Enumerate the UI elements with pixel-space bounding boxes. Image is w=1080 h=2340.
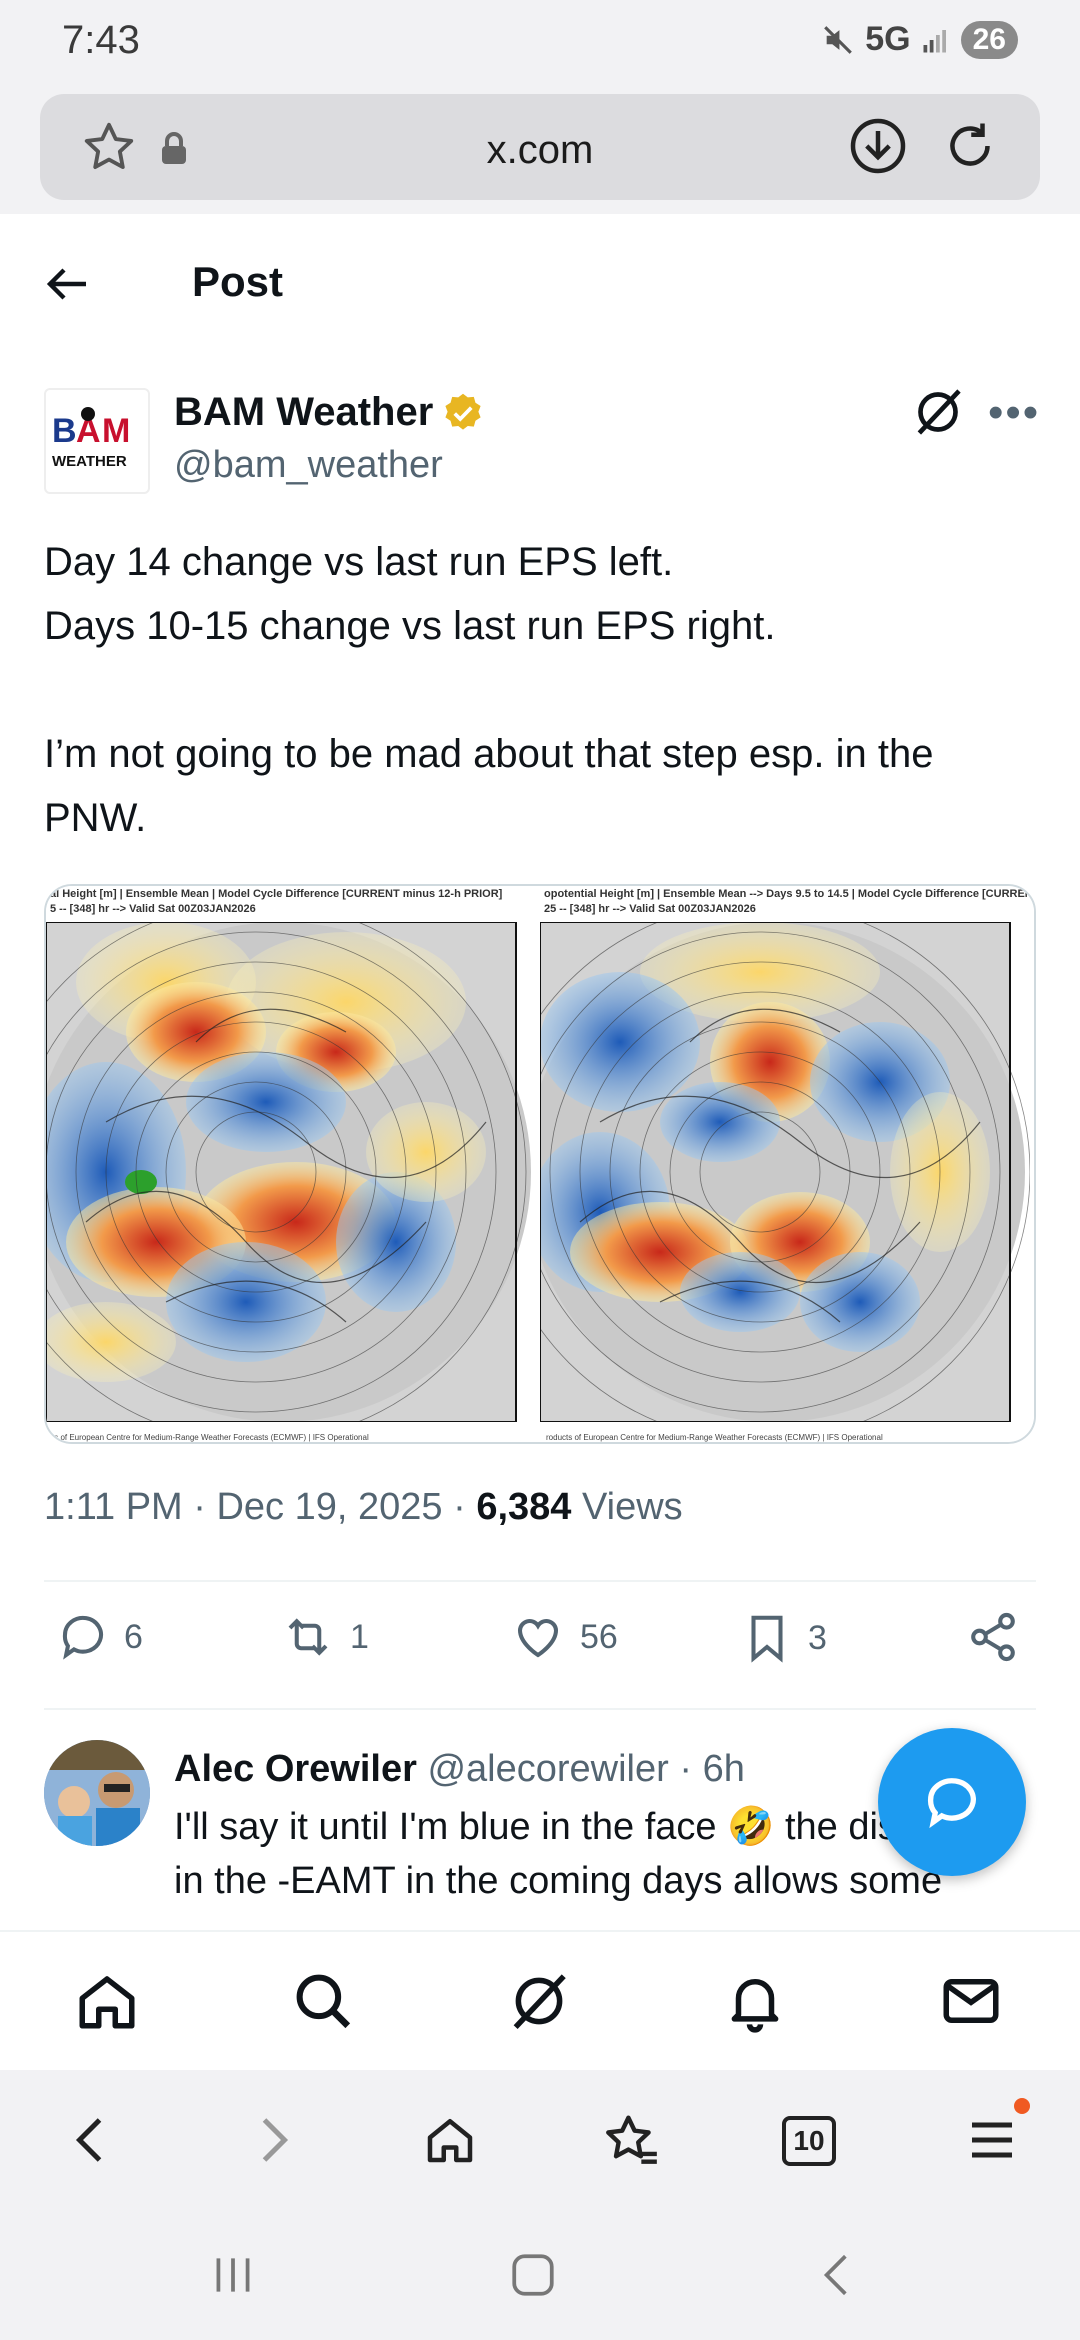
forecast-map-left [46, 922, 536, 1422]
like-count: 56 [580, 1617, 618, 1656]
back-arrow-icon[interactable] [44, 260, 92, 308]
bam-logo-icon: B A M WEATHER [50, 407, 144, 472]
divider [44, 1580, 1036, 1582]
signal-icon [923, 29, 946, 52]
bookmark-count: 3 [808, 1618, 827, 1657]
avatar[interactable]: B A M WEATHER [44, 388, 150, 494]
browser-back-icon[interactable] [62, 2110, 122, 2170]
post-meta: 1:11 PM · Dec 19, 2025 · 6,384 Views [44, 1486, 683, 1528]
address-bar[interactable]: x.com [40, 94, 1040, 200]
home-icon[interactable] [74, 1968, 140, 2034]
post-actions: 6 1 56 3 [44, 1610, 1036, 1690]
author-name-text: BAM Weather [174, 390, 434, 434]
repost-button[interactable]: 1 [280, 1610, 369, 1664]
search-icon[interactable] [290, 1968, 356, 2034]
image-caption: 5 -- [348] hr --> Valid Sat 00Z03JAN2026 [50, 903, 256, 915]
bookmarks-star-list-icon[interactable] [600, 2110, 662, 2172]
reply-header: Alec Orewiler @alecorewiler · 6h [174, 1748, 745, 1791]
network-label: 5G [865, 20, 911, 58]
share-icon [971, 1612, 1015, 1662]
post-text-line: I’m not going to be mad about that step … [44, 732, 934, 840]
image-caption: opotential Height [m] | Ensemble Mean --… [544, 888, 1036, 900]
forecast-map-right [540, 922, 1030, 1422]
verified-badge-icon [445, 393, 481, 430]
svg-text:M: M [102, 412, 130, 450]
download-icon[interactable] [848, 116, 908, 176]
notifications-bell-icon[interactable] [722, 1968, 788, 2034]
system-home-icon[interactable] [508, 2250, 558, 2300]
reply-avatar-photo [44, 1740, 150, 1846]
grok-icon[interactable] [910, 384, 966, 440]
reply-age: · 6h [679, 1748, 745, 1790]
post-time[interactable]: 1:11 PM [44, 1486, 183, 1528]
post-author: B A M WEATHER BAM Weather @bam_weather •… [44, 384, 1044, 504]
image-caption: 25 -- [348] hr --> Valid Sat 00Z03JAN202… [544, 903, 756, 915]
svg-text:B: B [52, 412, 77, 450]
mute-icon [824, 25, 853, 54]
messages-mail-icon[interactable] [938, 1968, 1004, 2034]
author-handle[interactable]: @bam_weather [174, 444, 443, 487]
menu-notification-dot [1014, 2098, 1030, 2114]
status-bar: 7:43 5G 26 [0, 0, 1080, 90]
heart-icon [517, 1618, 559, 1658]
post-text-line: Days 10-15 change vs last run EPS right. [44, 604, 776, 648]
reply-count: 6 [124, 1617, 143, 1656]
post-date[interactable]: Dec 19, 2025 [216, 1486, 442, 1528]
bookmark-button[interactable]: 3 [740, 1610, 827, 1666]
browser-bottom-nav: 10 [0, 2070, 1080, 2210]
like-button[interactable]: 56 [510, 1610, 618, 1664]
media-image-left[interactable]: al Height [m] | Ensemble Mean | Model Cy… [46, 886, 540, 1442]
battery-level: 26 [960, 20, 1018, 59]
views-count: 6,384 [476, 1486, 572, 1528]
chat-bubble-icon [927, 1778, 976, 1829]
browser-forward-icon[interactable] [242, 2110, 302, 2170]
app-bottom-nav [0, 1930, 1080, 2070]
browser-toolbar: x.com [0, 90, 1080, 214]
system-back-icon[interactable] [812, 2250, 862, 2300]
reply-author-name[interactable]: Alec Orewiler [174, 1748, 417, 1790]
repost-count: 1 [350, 1617, 369, 1656]
status-icons: 5G 26 [821, 20, 1018, 59]
grok-nav-icon[interactable] [506, 1968, 572, 2034]
tabs-count: 10 [793, 2125, 825, 2156]
system-nav-bar [0, 2210, 1080, 2340]
reply-button[interactable]: 6 [56, 1610, 143, 1664]
browser-home-icon[interactable] [420, 2110, 480, 2170]
reply-icon [62, 1615, 104, 1660]
author-name[interactable]: BAM Weather [174, 390, 485, 435]
reply-author-handle[interactable]: @alecorewiler [427, 1748, 668, 1790]
reload-icon[interactable] [940, 116, 1000, 176]
status-time: 7:43 [62, 18, 140, 62]
more-options-icon[interactable]: ••• [988, 388, 1040, 438]
page-title: Post [192, 258, 284, 305]
image-caption: al Height [m] | Ensemble Mean | Model Cy… [50, 888, 503, 900]
tabs-count-button[interactable]: 10 [782, 2116, 836, 2166]
image-footer: ts of European Centre for Medium-Range W… [52, 1433, 369, 1442]
views-label: Views [581, 1486, 683, 1528]
menu-hamburger-icon[interactable] [962, 2110, 1022, 2170]
post-text: Day 14 change vs last run EPS left. Days… [44, 530, 1044, 850]
post-header: Post [0, 214, 1080, 354]
compose-reply-button[interactable] [878, 1728, 1026, 1876]
divider [44, 1708, 1036, 1710]
svg-text:WEATHER: WEATHER [52, 453, 127, 470]
repost-icon [288, 1618, 328, 1656]
post-text-line: Day 14 change vs last run EPS left. [44, 540, 674, 584]
reply-avatar[interactable] [44, 1740, 150, 1846]
post-media[interactable]: al Height [m] | Ensemble Mean | Model Cy… [44, 884, 1036, 1444]
bookmark-icon [751, 1615, 783, 1663]
share-button[interactable] [966, 1610, 1020, 1664]
media-image-right[interactable]: opotential Height [m] | Ensemble Mean --… [540, 886, 1036, 1442]
recent-apps-icon[interactable] [208, 2250, 258, 2300]
image-footer: roducts of European Centre for Medium-Ra… [546, 1433, 883, 1442]
